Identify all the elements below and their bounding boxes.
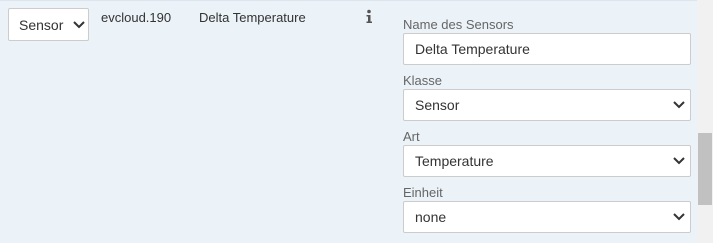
unit-select[interactable]: none (403, 201, 691, 233)
chevron-down-icon (673, 213, 685, 221)
type-select-value: Sensor (19, 16, 64, 33)
class-select[interactable]: Sensor (403, 89, 691, 121)
sensor-name: Delta Temperature (199, 10, 306, 25)
info-icon[interactable] (364, 9, 374, 25)
class-label: Klasse (403, 73, 443, 88)
chevron-down-icon (673, 101, 685, 109)
scrollbar-thumb[interactable] (698, 133, 712, 205)
chevron-down-icon (673, 157, 685, 165)
kind-select[interactable]: Temperature (403, 145, 691, 177)
device-id: evcloud.190 (101, 10, 172, 25)
kind-select-value: Temperature (415, 153, 494, 169)
kind-label: Art (403, 129, 420, 144)
chevron-down-icon (73, 20, 85, 28)
sensor-name-input[interactable]: Delta Temperature (403, 33, 691, 65)
unit-select-value: none (415, 209, 447, 225)
name-label: Name des Sensors (403, 17, 514, 32)
row-divider (0, 0, 697, 1)
class-select-value: Sensor (415, 97, 460, 113)
type-select[interactable]: Sensor (8, 8, 89, 41)
sensor-row: Sensor evcloud.190 Delta Temperature Nam… (0, 0, 697, 243)
vertical-scrollbar[interactable] (697, 0, 713, 243)
unit-label: Einheit (403, 185, 443, 200)
sensor-name-input-value: Delta Temperature (415, 41, 530, 57)
